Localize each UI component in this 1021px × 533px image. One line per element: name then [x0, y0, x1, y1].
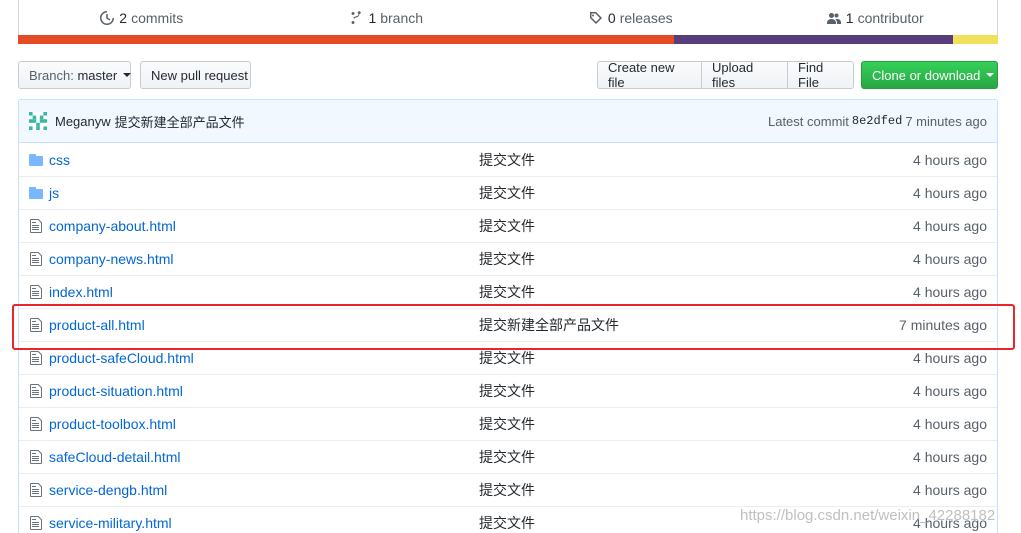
file-name-link[interactable]: product-safeCloud.html — [49, 350, 479, 366]
language-bar[interactable] — [18, 35, 998, 44]
file-row: company-news.html 提交文件 4 hours ago — [19, 242, 997, 275]
avatar[interactable] — [29, 112, 47, 130]
file-icon — [29, 416, 45, 432]
caret-down-icon — [986, 73, 995, 77]
branch-label: branch — [380, 9, 424, 26]
file-icon — [29, 284, 45, 300]
file-name-link[interactable]: safeCloud-detail.html — [49, 449, 479, 465]
file-commit-message-link[interactable]: 提交文件 — [479, 381, 857, 401]
contributor-label: contributor — [857, 9, 924, 26]
file-actions-group: Create new file Upload files Find File — [597, 60, 854, 90]
file-age: 4 hours ago — [913, 251, 987, 267]
file-row: js 提交文件 4 hours ago — [19, 176, 997, 209]
latest-commit-label: Latest commit — [767, 113, 849, 129]
file-age: 4 hours ago — [913, 416, 987, 432]
commit-message-link[interactable]: 提交新建全部产品文件 — [115, 112, 245, 131]
file-row: css 提交文件 4 hours ago — [19, 143, 997, 176]
people-icon — [826, 12, 841, 24]
file-icon — [29, 251, 45, 267]
upload-files-button[interactable]: Upload files — [701, 60, 788, 90]
file-name-link[interactable]: service-military.html — [49, 515, 479, 531]
file-commit-message-link[interactable]: 提交新建全部产品文件 — [479, 315, 857, 335]
file-name-link[interactable]: product-toolbox.html — [49, 416, 479, 432]
file-commit-message-link[interactable]: 提交文件 — [479, 150, 857, 170]
file-commit-message-link[interactable]: 提交文件 — [479, 249, 857, 269]
branch-icon — [351, 10, 362, 24]
file-name-link[interactable]: js — [49, 185, 479, 201]
file-list-table: Meganyw 提交新建全部产品文件 Latest commit 8e2dfed… — [18, 99, 998, 533]
file-icon — [29, 317, 45, 333]
language-segment[interactable] — [18, 35, 674, 44]
file-row: safeCloud-detail.html 提交文件 4 hours ago — [19, 440, 997, 473]
file-age: 4 hours ago — [913, 218, 987, 234]
file-age: 4 hours ago — [913, 350, 987, 366]
file-commit-message-link[interactable]: 提交文件 — [479, 216, 857, 236]
releases-label: releases — [619, 9, 673, 26]
file-age: 4 hours ago — [913, 185, 987, 201]
file-name-link[interactable]: product-all.html — [49, 317, 479, 333]
file-name-link[interactable]: company-news.html — [49, 251, 479, 267]
new-pull-request-button[interactable]: New pull request — [140, 61, 251, 89]
file-row: product-toolbox.html 提交文件 4 hours ago — [19, 407, 997, 440]
branch-count: 1 — [368, 9, 377, 26]
file-name-link[interactable]: css — [49, 152, 479, 168]
commits-label: commits — [131, 9, 184, 26]
language-segment[interactable] — [952, 35, 998, 44]
file-age: 4 hours ago — [913, 151, 987, 168]
create-new-file-button[interactable]: Create new file — [597, 60, 702, 90]
file-age: 7 minutes ago — [899, 317, 987, 333]
contributor-stat[interactable]: 1 contributor — [753, 0, 998, 35]
file-row: product-situation.html 提交文件 4 hours ago — [19, 374, 997, 407]
file-name-link[interactable]: index.html — [49, 284, 479, 300]
folder-icon — [29, 152, 45, 168]
commit-age: 7 minutes ago — [905, 113, 987, 129]
file-age: 4 hours ago — [913, 383, 987, 399]
commits-count: 2 — [119, 9, 128, 26]
caret-down-icon — [123, 73, 132, 77]
file-age: 4 hours ago — [913, 449, 987, 465]
file-row: index.html 提交文件 4 hours ago — [19, 275, 997, 308]
file-commit-message-link[interactable]: 提交文件 — [479, 480, 857, 500]
file-commit-message-link[interactable]: 提交文件 — [479, 348, 857, 368]
folder-icon — [29, 185, 45, 201]
file-row: product-all.html 提交新建全部产品文件 7 minutes ago — [19, 308, 997, 341]
latest-commit-bar: Meganyw 提交新建全部产品文件 Latest commit 8e2dfed… — [19, 100, 997, 143]
clone-or-download-label: Clone or download — [872, 67, 981, 83]
file-commit-message-link[interactable]: 提交文件 — [479, 282, 857, 302]
commit-author-link[interactable]: Meganyw — [55, 114, 111, 129]
language-segment[interactable] — [673, 35, 953, 44]
file-commit-message-link[interactable]: 提交文件 — [479, 414, 857, 434]
branch-name: master — [77, 67, 118, 83]
file-row: company-about.html 提交文件 4 hours ago — [19, 209, 997, 242]
file-commit-message-link[interactable]: 提交文件 — [479, 183, 857, 203]
file-name-link[interactable]: service-dengb.html — [49, 482, 479, 498]
tag-icon — [589, 11, 602, 24]
file-icon — [29, 383, 45, 399]
file-name-link[interactable]: product-situation.html — [49, 383, 479, 399]
contributor-count: 1 — [845, 9, 854, 26]
file-commit-message-link[interactable]: 提交文件 — [479, 447, 857, 467]
file-icon — [29, 515, 45, 531]
file-navigation-toolbar: Branch: master New pull request Create n… — [18, 60, 998, 90]
file-icon — [29, 350, 45, 366]
find-file-button[interactable]: Find File — [787, 60, 854, 90]
watermark: https://blog.csdn.net/weixin_42288182 — [740, 507, 996, 524]
history-icon — [100, 10, 115, 25]
file-icon — [29, 449, 45, 465]
file-name-link[interactable]: company-about.html — [49, 218, 479, 234]
branch-prefix: Branch: — [29, 67, 74, 83]
releases-count: 0 — [607, 9, 616, 26]
commit-sha-link[interactable]: 8e2dfed — [852, 114, 902, 128]
file-icon — [29, 218, 45, 234]
releases-stat[interactable]: 0 releases — [508, 0, 753, 35]
file-age: 4 hours ago — [913, 284, 987, 300]
file-icon — [29, 482, 45, 498]
file-row: product-safeCloud.html 提交文件 4 hours ago — [19, 341, 997, 374]
branch-stat[interactable]: 1 branch — [264, 0, 509, 35]
commits-stat[interactable]: 2 commits — [19, 0, 264, 35]
branch-select-button[interactable]: Branch: master — [18, 61, 132, 89]
clone-or-download-button[interactable]: Clone or download — [861, 61, 998, 89]
file-age: 4 hours ago — [913, 482, 987, 498]
file-row: service-dengb.html 提交文件 4 hours ago — [19, 473, 997, 506]
